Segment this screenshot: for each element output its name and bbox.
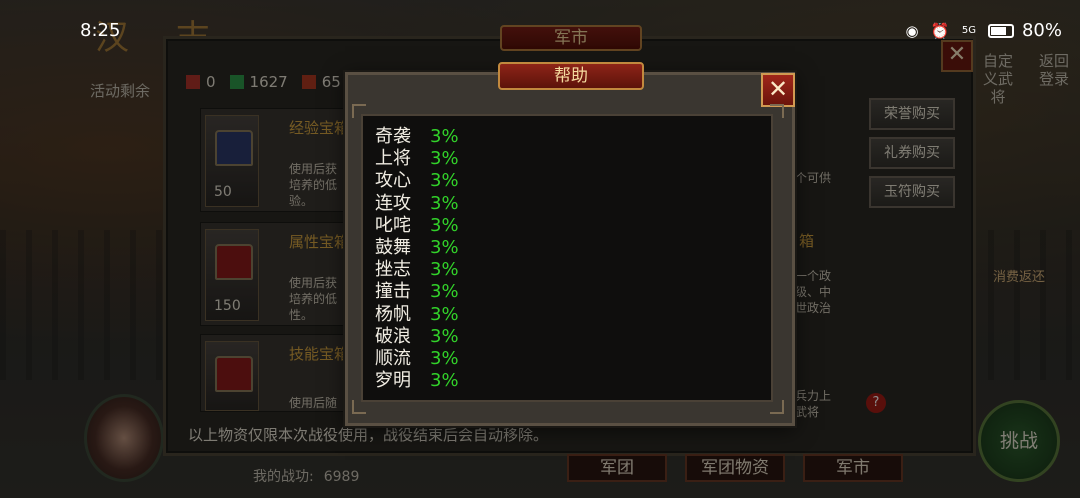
skill-value: 3% [430,259,459,281]
eye-icon: ◉ [905,21,919,40]
help-row: 破浪 3% [375,326,459,348]
skill-name: 叱咤 [375,214,411,236]
skill-name: 撞击 [375,281,411,303]
skill-name: 奇袭 [375,126,411,147]
skill-value: 3% [430,281,459,303]
skill-name: 穸明 [375,370,411,392]
skill-value: 3% [430,148,459,170]
skill-value: 3% [430,192,459,214]
battery-level: 80% [1021,20,1062,41]
alarm-icon: ⏰ [930,21,950,40]
help-row: 杨帆 3% [375,304,459,326]
skill-name: 上将 [375,148,411,170]
help-row: 叱咤 3% [375,215,459,237]
help-row: 穸明 3% [375,370,459,392]
skill-value: 3% [430,126,459,147]
help-title: 帮助 [498,62,644,90]
battery-icon [987,23,1014,38]
help-row: 挫志 3% [375,259,459,281]
help-row: 鼓舞 3% [375,237,459,259]
help-bonus-list: 奇袭 3% 上将 3% 攻心 3% 连攻 3% 叱咤 3% 鼓舞 3% 挫志 3% 撞击 3% … [375,126,459,392]
help-row: 上将 3% [375,148,459,170]
help-row: 奇袭 3% [375,126,459,148]
corner-ornament [352,104,366,118]
status-time: 8:25 [80,20,121,41]
status-bar: 8:25 ◉ ⏰ 5G 80% [0,0,1080,60]
help-row: 顺流 3% [375,348,459,370]
skill-value: 3% [430,325,459,347]
skill-name: 顺流 [375,347,411,369]
help-row: 连攻 3% [375,193,459,215]
skill-name: 挫志 [375,259,411,281]
corner-ornament [770,104,784,118]
help-row: 撞击 3% [375,281,459,303]
skill-name: 破浪 [375,325,411,347]
skill-value: 3% [430,170,459,192]
help-row: 攻心 3% [375,170,459,192]
corner-ornament [352,400,366,414]
corner-ornament [770,400,784,414]
skill-value: 3% [430,236,459,258]
skill-name: 鼓舞 [375,236,411,258]
skill-value: 3% [430,303,459,325]
skill-value: 3% [430,214,459,236]
status-icons: ◉ ⏰ 5G 80% [902,20,1062,41]
skill-value: 3% [430,370,459,392]
skill-value: 3% [430,347,459,369]
skill-name: 攻心 [375,170,411,192]
skill-name: 连攻 [375,192,411,214]
signal-icon: 5G [961,24,977,36]
skill-name: 杨帆 [375,303,411,325]
help-close-button[interactable]: ✕ [761,73,795,107]
